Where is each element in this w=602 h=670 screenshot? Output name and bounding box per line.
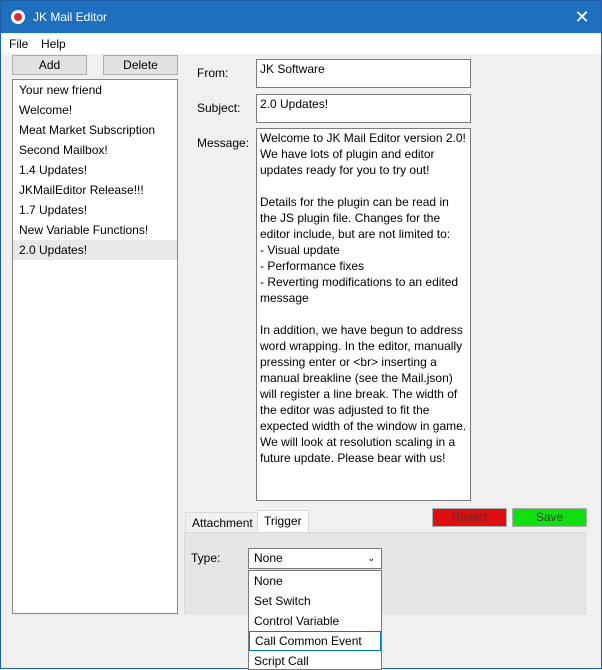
dropdown-option-control-variable[interactable]: Control Variable	[249, 611, 381, 631]
menu-bar: File Help	[1, 34, 601, 54]
dropdown-option-set-switch[interactable]: Set Switch	[249, 591, 381, 611]
list-item[interactable]: Welcome!	[13, 100, 177, 120]
type-dropdown: None Set Switch Control Variable Call Co…	[248, 570, 382, 670]
tab-attachment[interactable]: Attachment	[185, 512, 260, 534]
list-item[interactable]: 1.7 Updates!	[13, 200, 177, 220]
app-logo-icon	[11, 10, 25, 24]
list-item[interactable]: Meat Market Subscription	[13, 120, 177, 140]
list-item-selected[interactable]: 2.0 Updates!	[13, 240, 177, 260]
chevron-down-icon: ⌄	[367, 553, 375, 563]
title-bar[interactable]: JK Mail Editor ✕	[1, 1, 601, 33]
subject-field[interactable]: 2.0 Updates!	[256, 94, 471, 123]
message-label: Message:	[197, 136, 250, 150]
message-textarea[interactable]: Welcome to JK Mail Editor version 2.0! W…	[256, 128, 471, 501]
window-title: JK Mail Editor	[33, 10, 108, 24]
main-window: JK Mail Editor ✕ File Help Add Delete Yo…	[0, 0, 602, 670]
type-select[interactable]: None ⌄	[248, 548, 382, 569]
dropdown-option-call-common-event[interactable]: Call Common Event	[249, 631, 381, 651]
dropdown-option-none[interactable]: None	[249, 571, 381, 591]
list-item[interactable]: Your new friend	[13, 80, 177, 100]
revert-button[interactable]: Revert	[432, 508, 507, 527]
list-item[interactable]: New Variable Functions!	[13, 220, 177, 240]
list-item[interactable]: 1.4 Updates!	[13, 160, 177, 180]
menu-file[interactable]: File	[9, 37, 28, 51]
close-icon[interactable]: ✕	[571, 6, 593, 28]
list-item[interactable]: JKMailEditor Release!!!	[13, 180, 177, 200]
dropdown-option-script-call[interactable]: Script Call	[249, 651, 381, 669]
add-button[interactable]: Add	[12, 55, 87, 75]
type-label: Type:	[191, 551, 221, 565]
from-label: From:	[197, 66, 229, 80]
delete-button[interactable]: Delete	[103, 55, 178, 75]
from-field[interactable]: JK Software	[256, 59, 471, 88]
save-button[interactable]: Save	[512, 508, 587, 527]
trigger-panel	[184, 532, 586, 614]
type-select-value: None	[254, 551, 283, 565]
subject-label: Subject:	[197, 101, 241, 115]
menu-help[interactable]: Help	[41, 37, 66, 51]
list-item[interactable]: Second Mailbox!	[13, 140, 177, 160]
mail-list[interactable]: Your new friend Welcome! Meat Market Sub…	[12, 79, 178, 614]
tab-trigger[interactable]: Trigger	[257, 510, 309, 534]
